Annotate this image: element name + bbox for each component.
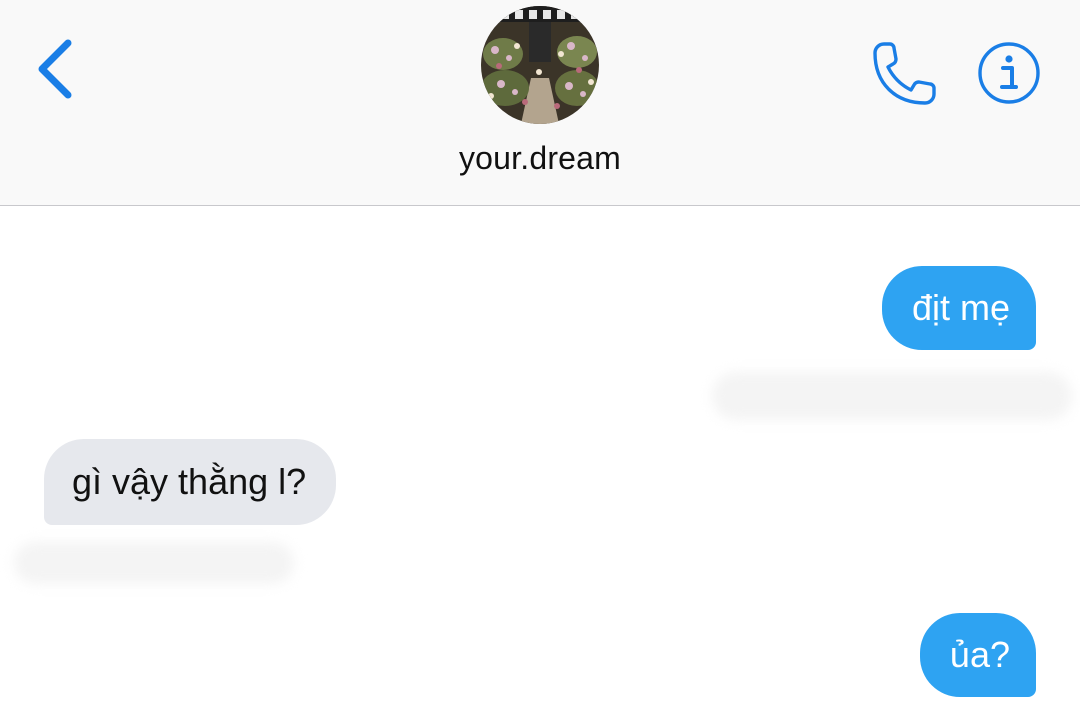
phone-icon <box>873 42 936 105</box>
flower-shop-photo <box>481 6 599 124</box>
message-text: gì vậy thằng l? <box>72 461 307 502</box>
chevron-left-icon <box>38 39 72 99</box>
smudge-mark <box>14 542 294 584</box>
back-button[interactable] <box>28 34 88 104</box>
call-button[interactable] <box>866 36 942 112</box>
message-text: địt mẹ <box>911 287 1010 328</box>
contact-name[interactable]: your.dream <box>0 140 1080 177</box>
message-bubble-received[interactable]: gì vậy thằng l? <box>44 439 337 525</box>
message-bubble-sent[interactable]: địt mẹ <box>881 266 1036 350</box>
info-button[interactable] <box>976 40 1042 106</box>
message-text: ủa? <box>949 634 1010 675</box>
avatar[interactable] <box>481 6 599 124</box>
message-thread: địt mẹ gì vậy thằng l? ủa? <box>0 206 1080 702</box>
message-bubble-sent[interactable]: ủa? <box>919 613 1036 697</box>
chat-screen: your.dream địt mẹ gì vậy thằng l? ủa? <box>0 0 1080 702</box>
info-icon <box>978 42 1040 104</box>
chat-header: your.dream <box>0 0 1080 206</box>
smudge-mark <box>712 372 1072 420</box>
